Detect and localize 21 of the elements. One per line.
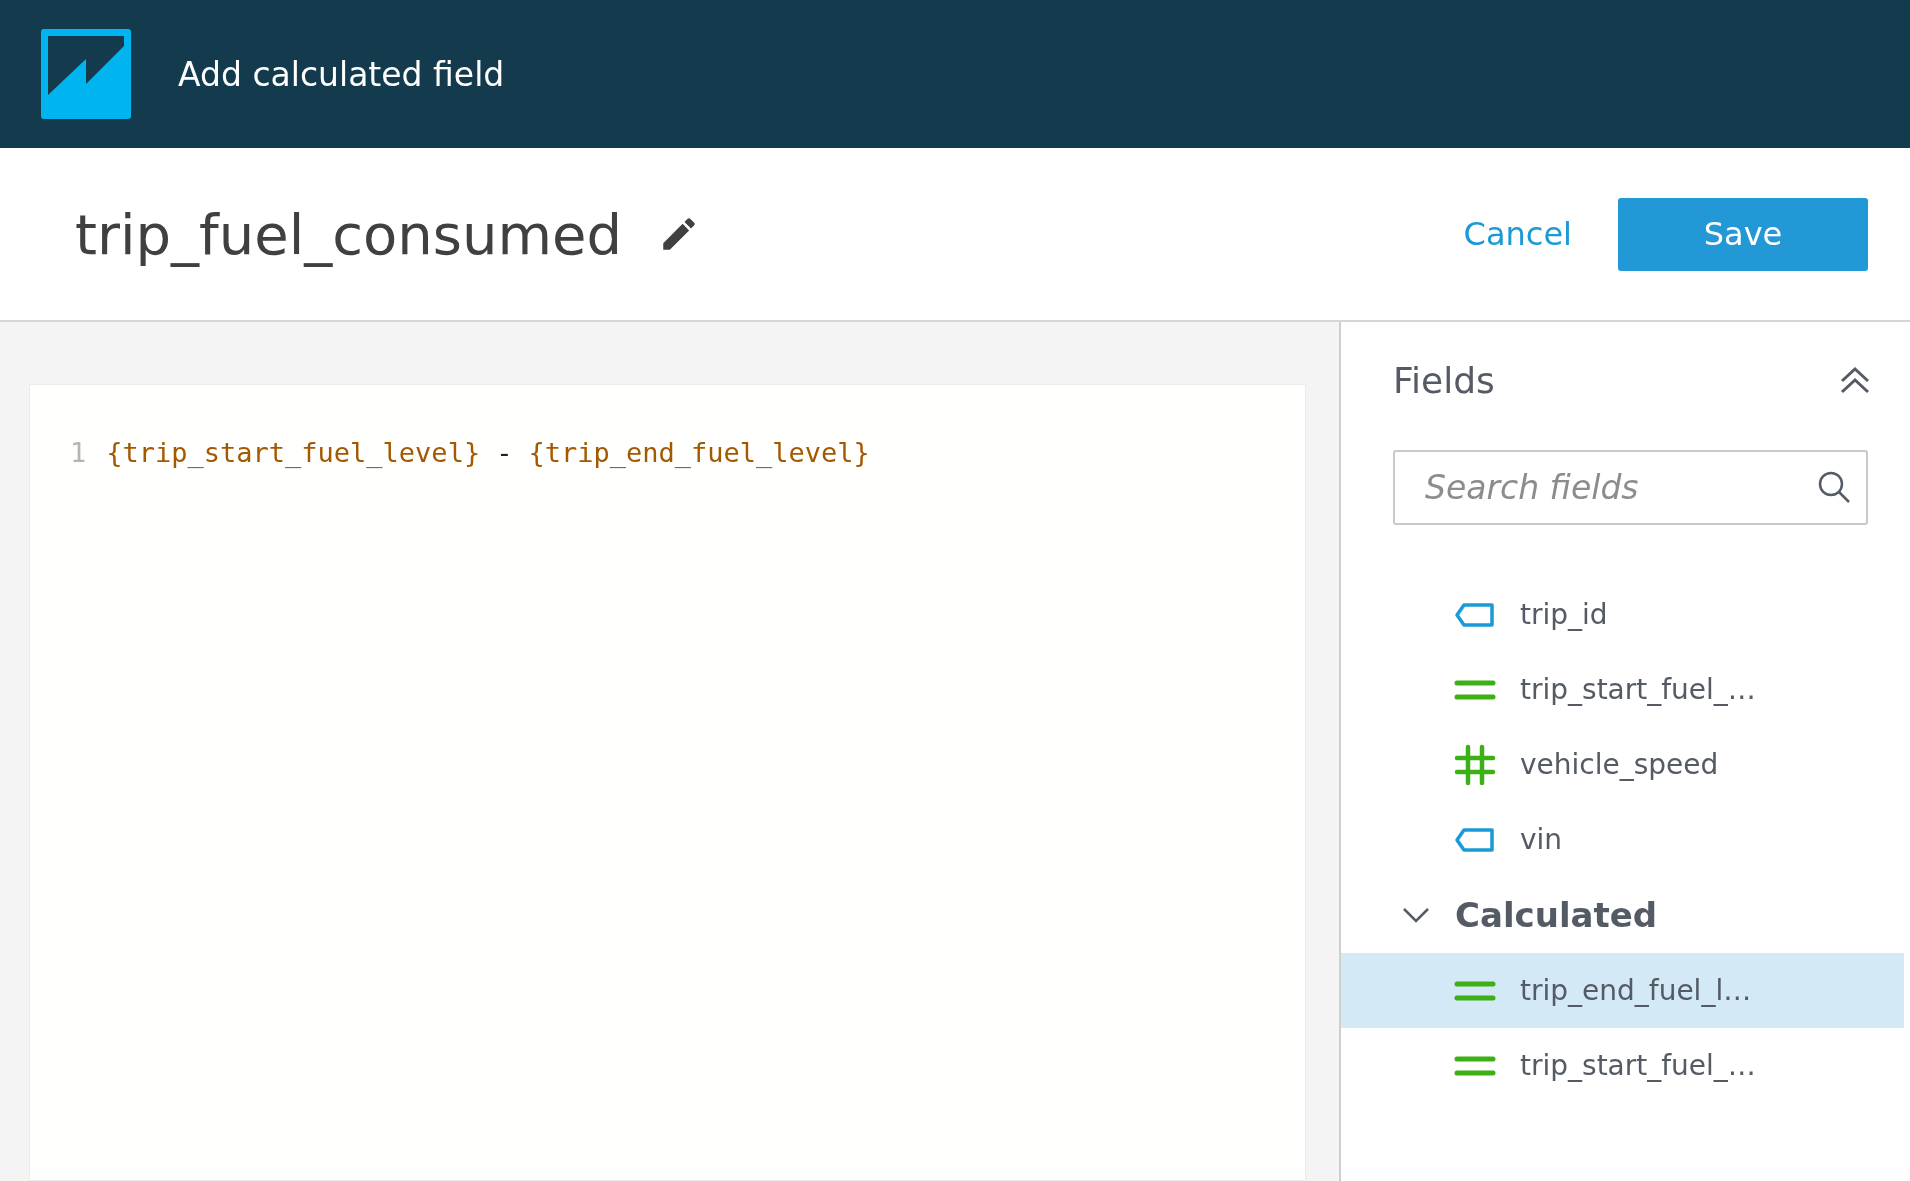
field-list-item[interactable]: trip_start_fuel_… (1341, 1028, 1904, 1103)
group-header[interactable]: Calculated (1341, 877, 1910, 953)
field-list-item[interactable]: trip_id (1341, 577, 1904, 652)
field-list-item[interactable]: trip_start_fuel_… (1341, 652, 1904, 727)
field-name: trip_fuel_consumed (75, 201, 623, 267)
dialog-title: Add calculated field (178, 54, 505, 94)
search-icon (1816, 469, 1852, 505)
chevron-icon (1401, 905, 1431, 925)
field-list-item[interactable]: vin (1341, 802, 1904, 877)
formula-editor[interactable]: 1 {trip_start_fuel_level} - {trip_end_fuel_level} (29, 384, 1306, 1181)
panel-title: Fields (1393, 359, 1495, 401)
field-reference: {trip_end_fuel_level} (528, 437, 870, 468)
logo-icon (41, 29, 131, 119)
operator: - (496, 437, 513, 468)
field-list-item[interactable]: trip_end_fuel_l… (1341, 953, 1904, 1028)
field-list-item[interactable]: vehicle_speed (1341, 727, 1904, 802)
collapse-icon[interactable] (1838, 365, 1872, 395)
hash-icon (1454, 743, 1496, 786)
line-number: 1 (70, 437, 87, 468)
search-field[interactable]: Search fields (1393, 450, 1868, 525)
field-reference: {trip_start_fuel_level} (106, 437, 481, 468)
